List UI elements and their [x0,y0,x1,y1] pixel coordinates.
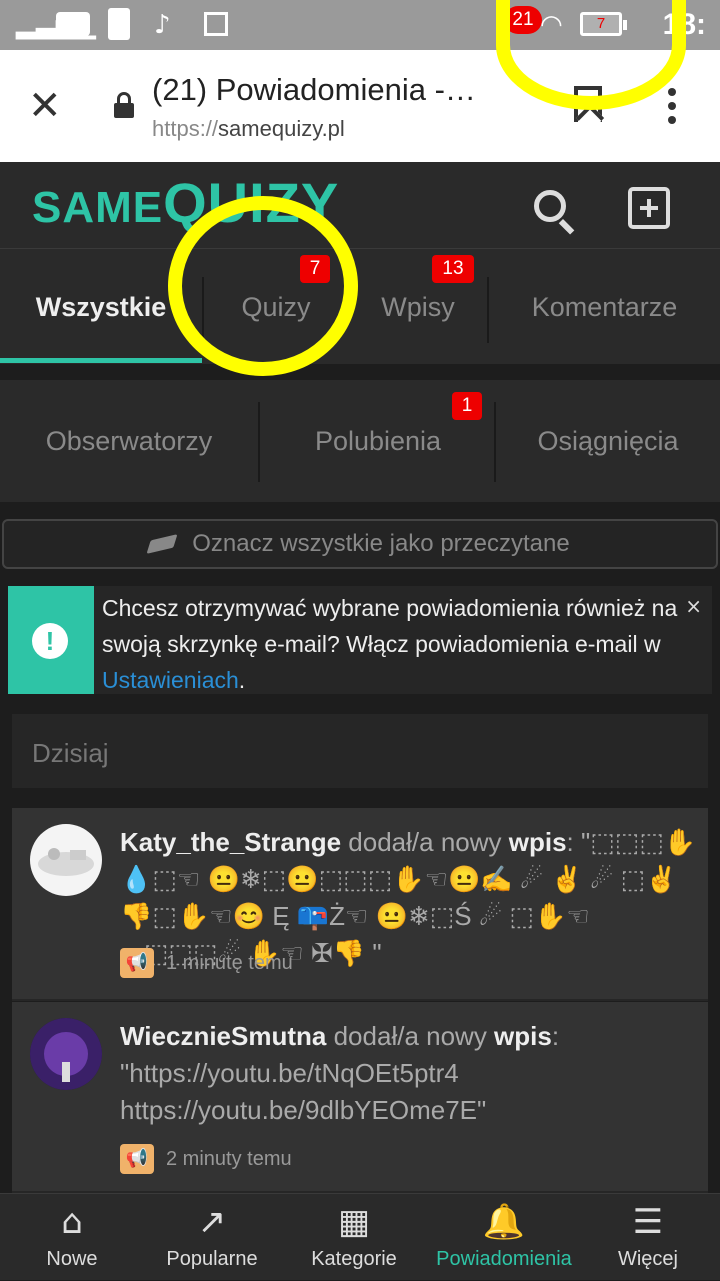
mark-all-read-button[interactable]: Oznacz wszystkie jako przeczytane [2,519,718,569]
notification-item[interactable]: Katy_the_Strange dodał/a nowy wpis: "⬚⬚⬚… [12,808,708,1001]
notification-item[interactable]: WiecznieSmutna dodał/a nowy wpis: "https… [12,1002,708,1193]
menu-icon: ☰ [632,1202,664,1242]
annotation-circle [168,196,358,376]
active-tab-indicator [0,358,202,363]
tab-osiagniecia[interactable]: Osiągnięcia [496,380,720,502]
add-content-icon[interactable] [628,187,670,229]
tiktok-icon: ♪ [154,10,171,40]
notification-subtabs: Obserwatorzy Polubienia 1 Osiągnięcia [0,380,720,502]
alert-icon [108,8,130,40]
nav-powiadomienia[interactable]: 🔔 Powiadomienia [418,1194,590,1281]
grid-icon: ▦ [337,1202,371,1242]
bottom-navigation: ⌂ Nowe ↗ Popularne ▦ Kategorie 🔔 Powiado… [0,1193,720,1280]
home-icon: ⌂ [61,1202,83,1242]
megaphone-icon: 📢 [120,948,154,978]
email-notification-banner: ! Chcesz otrzymywać wybrane powiadomieni… [8,586,712,694]
nav-wiecej[interactable]: ☰ Więcej [576,1194,720,1281]
notification-user[interactable]: WiecznieSmutna [120,1021,326,1051]
nav-kategorie[interactable]: ▦ Kategorie [282,1194,426,1281]
close-icon[interactable]: × [685,594,702,618]
wpisy-badge: 13 [432,255,474,283]
avatar[interactable] [30,824,102,896]
notification-user[interactable]: Katy_the_Strange [120,827,341,857]
bell-icon: 🔔 [482,1202,526,1242]
nav-popularne[interactable]: ↗ Popularne [140,1194,284,1281]
polubienia-badge: 1 [452,392,482,420]
search-icon[interactable] [534,190,566,222]
megaphone-icon: 📢 [120,1144,154,1174]
more-menu-icon[interactable] [668,88,678,130]
settings-link[interactable]: Ustawieniach [102,667,239,693]
close-tab-icon[interactable]: ✕ [28,86,62,126]
banner-text: Chcesz otrzymywać wybrane powiadomienia … [102,595,678,693]
eraser-icon [146,534,178,554]
trending-icon: ↗ [197,1202,227,1242]
exclamation-icon: ! [32,623,68,659]
lock-icon[interactable] [114,92,134,118]
tab-obserwatorzy[interactable]: Obserwatorzy [0,380,258,502]
notification-time: 2 minuty temu [166,1147,292,1170]
image-icon [204,12,228,36]
tab-komentarze[interactable]: Komentarze [489,249,720,365]
nav-nowe[interactable]: ⌂ Nowe [0,1194,144,1281]
notification-time: 1 minutę temu [166,951,293,974]
avatar[interactable] [30,1018,102,1090]
section-header: Dzisiaj [12,714,708,788]
message-icon [56,12,90,36]
notification-type-tabs: Wszystkie Quizy 7 Wpisy 13 Komentarze [0,248,720,364]
page-title[interactable]: (21) Powiadomienia -… [152,72,476,108]
page-url[interactable]: https://samequizy.pl [152,116,345,142]
